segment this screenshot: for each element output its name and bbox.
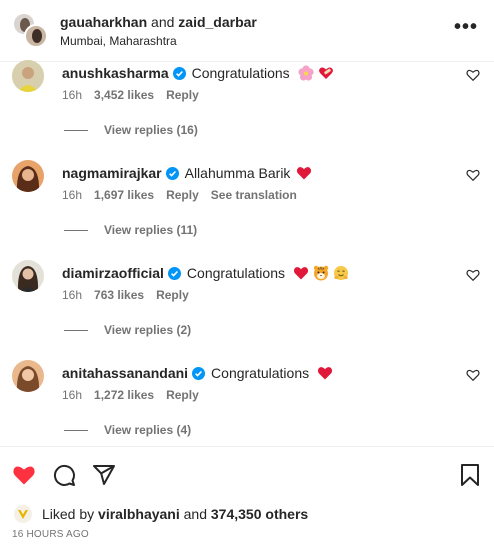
comment-item: anitahassanandani Congratulations 16h 1,… [0, 360, 494, 460]
comment-likes[interactable]: 763 likes [94, 287, 144, 303]
comment-username[interactable]: nagmamirajkar [62, 164, 162, 182]
likes-summary: Liked by viralbhayani and 374,350 others [14, 505, 308, 523]
heart-outline-icon[interactable] [466, 68, 480, 82]
heart-filled-icon[interactable] [12, 463, 36, 487]
avatar[interactable] [24, 24, 48, 48]
heart-outline-icon[interactable] [466, 368, 480, 382]
avatar[interactable] [12, 260, 44, 292]
more-horizontal-icon[interactable]: ••• [454, 17, 477, 40]
comment-time: 16h [62, 188, 83, 202]
reply-button[interactable]: Reply [166, 187, 199, 203]
author-username[interactable]: gauaharkhan [60, 14, 147, 30]
post-header: gauaharkhan and zaid_darbar Mumbai, Maha… [0, 0, 494, 62]
post-actions: Liked by viralbhayani and 374,350 others… [0, 446, 494, 548]
heart-outline-icon[interactable] [466, 268, 480, 282]
view-replies-button[interactable]: View replies (4) [64, 422, 191, 438]
comment-meta: 16h 1,272 likes Reply [62, 387, 199, 403]
comment-item: anushkasharma Congratulations 16h 3,452 … [0, 60, 494, 160]
heart-outline-icon[interactable] [466, 168, 480, 182]
comment-line: nagmamirajkar Allahumma Barik [62, 164, 312, 182]
replies-divider [64, 229, 88, 231]
comment-likes[interactable]: 1,697 likes [94, 187, 154, 203]
paper-plane-icon[interactable] [92, 463, 116, 487]
comment-icon[interactable] [52, 463, 76, 487]
liked-by-prefix: Liked by [42, 506, 95, 522]
post-authors: gauaharkhan and zaid_darbar [60, 13, 257, 31]
avatar-image [12, 160, 44, 192]
tiger-face-emoji [313, 265, 329, 281]
avatar-image [12, 260, 44, 292]
avatar-image [12, 360, 44, 392]
post-timestamp[interactable]: 16 HOURS AGO [12, 528, 89, 542]
view-replies-label: View replies (11) [104, 223, 198, 237]
comment-line: anushkasharma Congratulations [62, 64, 334, 82]
liked-by-username[interactable]: viralbhayani [98, 505, 180, 523]
view-replies-label: View replies (16) [104, 123, 198, 137]
verified-badge-icon [192, 366, 206, 380]
liked-by-and: and [183, 506, 207, 522]
avatar[interactable] [12, 60, 44, 92]
verified-badge-icon [172, 66, 186, 80]
comment-text: Congratulations [191, 65, 290, 81]
comment-time: 16h [62, 388, 83, 402]
comment-text: Congratulations [211, 365, 310, 381]
view-replies-button[interactable]: View replies (16) [64, 122, 198, 138]
red-heart-emoji [297, 167, 312, 180]
avatar[interactable] [14, 505, 32, 523]
view-replies-button[interactable]: View replies (11) [64, 222, 197, 238]
verified-badge-icon [165, 166, 179, 180]
hugging-face-emoji [333, 266, 348, 280]
comment-meta: 16h 1,697 likes Reply See translation [62, 187, 297, 203]
reply-button[interactable]: Reply [166, 387, 199, 403]
replies-divider [64, 429, 88, 431]
collab-avatars[interactable] [12, 12, 48, 48]
comment-meta: 16h 3,452 likes Reply [62, 87, 199, 103]
comment-line: diamirzaofficial Congratulations [62, 264, 349, 282]
avatar-image [12, 60, 44, 92]
see-translation-button[interactable]: See translation [211, 187, 297, 203]
view-replies-label: View replies (4) [104, 423, 192, 437]
replies-divider [64, 329, 88, 331]
viralbhayani-logo [14, 505, 32, 523]
reply-button[interactable]: Reply [166, 87, 199, 103]
comment-likes[interactable]: 1,272 likes [94, 387, 154, 403]
comment-time: 16h [62, 88, 83, 102]
liked-by-others[interactable]: 374,350 others [211, 505, 308, 523]
comment-text: Congratulations [186, 265, 285, 281]
post-location[interactable]: Mumbai, Maharashtra [60, 33, 177, 49]
author-username[interactable]: zaid_darbar [178, 14, 257, 30]
red-heart-emoji [293, 267, 309, 280]
comment-likes[interactable]: 3,452 likes [94, 87, 154, 103]
view-replies-label: View replies (2) [104, 323, 192, 337]
bookmark-icon[interactable] [458, 463, 482, 487]
comment-item: nagmamirajkar Allahumma Barik 16h 1,697 … [0, 160, 494, 260]
reply-button[interactable]: Reply [156, 287, 189, 303]
comment-meta: 16h 763 likes Reply [62, 287, 189, 303]
verified-badge-icon [167, 266, 181, 280]
comment-username[interactable]: diamirzaofficial [62, 264, 164, 282]
comment-item: diamirzaofficial Congratulations 16h 763… [0, 260, 494, 360]
comment-username[interactable]: anitahassanandani [62, 364, 188, 382]
avatar[interactable] [12, 360, 44, 392]
view-replies-button[interactable]: View replies (2) [64, 322, 191, 338]
comment-text: Allahumma Barik [184, 165, 291, 181]
red-heart-emoji [318, 367, 333, 380]
replies-divider [64, 129, 88, 131]
author-conjunction: and [151, 14, 175, 30]
heart-bandage-emoji [318, 67, 333, 79]
comment-line: anitahassanandani Congratulations [62, 364, 333, 382]
comment-time: 16h [62, 288, 83, 302]
cherry-blossom-emoji [298, 65, 314, 81]
avatar[interactable] [12, 160, 44, 192]
comment-username[interactable]: anushkasharma [62, 64, 169, 82]
